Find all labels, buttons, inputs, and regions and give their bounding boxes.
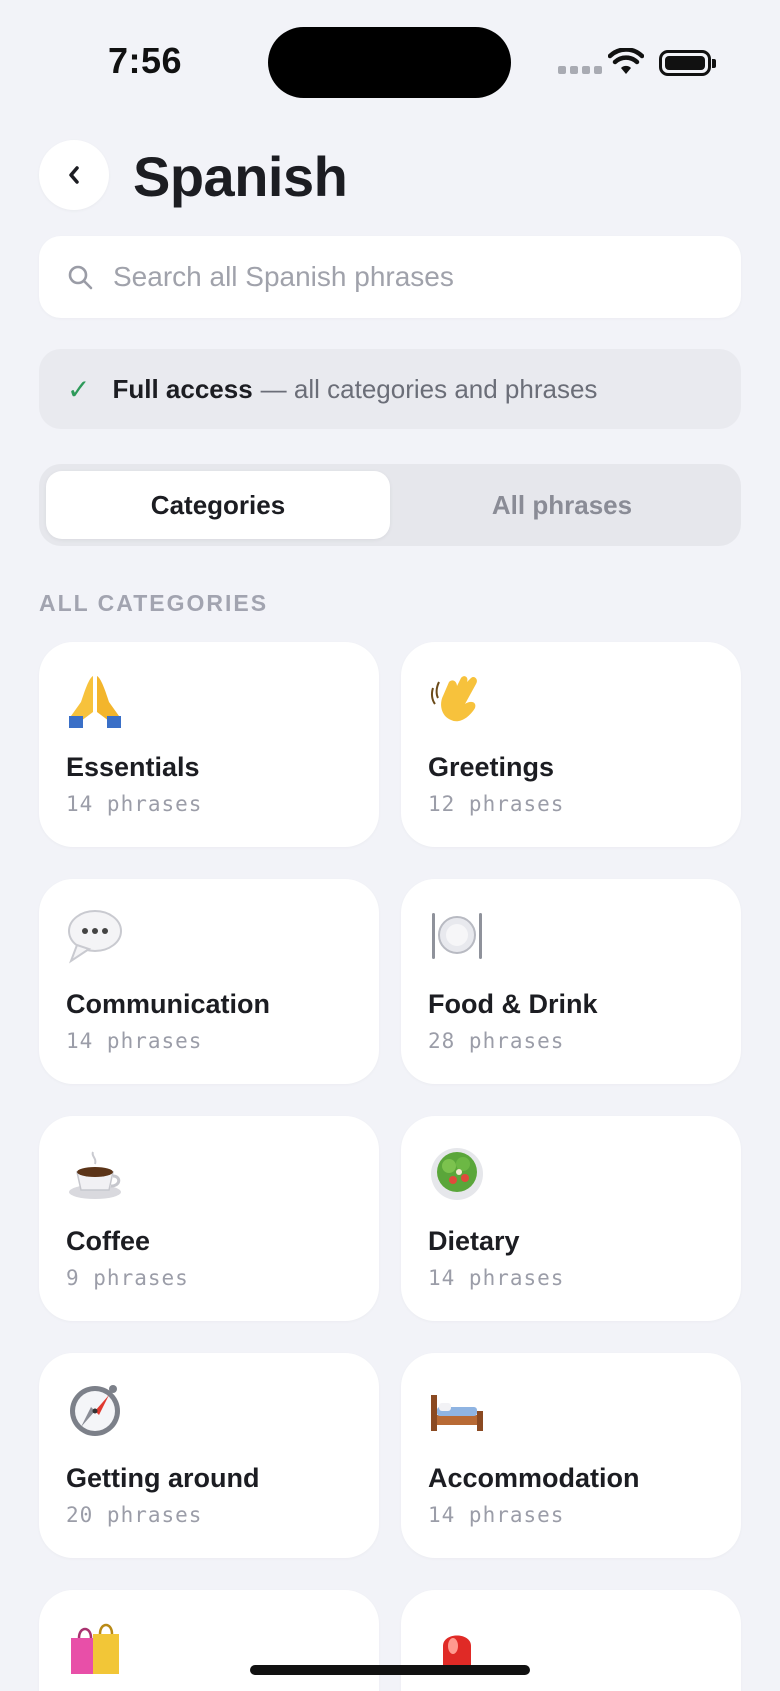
category-card-dietary[interactable]: Dietary 14 phrases	[401, 1116, 741, 1321]
category-card-communication[interactable]: Communication 14 phrases	[39, 879, 379, 1084]
battery-icon	[659, 50, 716, 76]
category-count: 14 phrases	[66, 1029, 203, 1053]
category-card-shopping[interactable]	[39, 1590, 379, 1691]
plate-cutlery-icon	[432, 913, 482, 959]
category-name: Communication	[66, 989, 271, 1019]
chevron-left-icon	[69, 166, 79, 184]
category-card-emergency[interactable]	[401, 1590, 741, 1691]
page-title: Spanish	[133, 145, 348, 208]
bed-icon	[431, 1395, 483, 1431]
category-name: Food & Drink	[428, 989, 598, 1019]
category-count: 9 phrases	[66, 1266, 189, 1290]
search-icon	[68, 265, 93, 290]
shopping-bags-icon	[71, 1623, 119, 1674]
access-banner: ✓ Full access — all categories and phras…	[39, 349, 741, 429]
status-time: 7:56	[108, 40, 183, 81]
category-count: 14 phrases	[66, 792, 203, 816]
praying-hands-icon	[69, 676, 121, 728]
view-tabs: Categories All phrases	[39, 464, 741, 546]
speech-bubble-icon	[68, 910, 122, 964]
category-name: Getting around	[66, 1463, 260, 1493]
salad-icon	[431, 1148, 483, 1200]
search-bar[interactable]	[39, 236, 741, 318]
category-card-greetings[interactable]: Greetings 12 phrases	[401, 642, 741, 847]
waving-hand-icon	[430, 676, 477, 722]
category-name: Coffee	[66, 1226, 151, 1256]
category-card-essentials[interactable]: Essentials 14 phrases	[39, 642, 379, 847]
wifi-icon	[608, 48, 644, 74]
category-card-coffee[interactable]: Coffee 9 phrases	[39, 1116, 379, 1321]
category-count: 14 phrases	[428, 1503, 565, 1527]
category-name: Greetings	[428, 752, 555, 782]
category-grid: Essentials 14 phrases Greetings 12 phras…	[39, 642, 741, 1691]
category-name: Dietary	[428, 1226, 520, 1256]
back-button[interactable]	[39, 140, 109, 210]
category-count: 12 phrases	[428, 792, 565, 816]
access-detail: — all categories and phrases	[260, 373, 598, 404]
category-count: 28 phrases	[428, 1029, 565, 1053]
category-count: 20 phrases	[66, 1503, 203, 1527]
cellular-signal-icon	[558, 66, 602, 74]
category-card-getting-around[interactable]: Getting around 20 phrases	[39, 1353, 379, 1558]
access-label: Full access	[112, 373, 253, 404]
status-bar: 7:56	[0, 0, 780, 120]
category-count: 14 phrases	[428, 1266, 565, 1290]
dynamic-island	[268, 27, 511, 98]
category-card-accommodation[interactable]: Accommodation 14 phrases	[401, 1353, 741, 1558]
tab-categories[interactable]: Categories	[46, 471, 390, 539]
header: Spanish	[39, 140, 741, 210]
home-indicator	[250, 1665, 530, 1675]
category-card-food-drink[interactable]: Food & Drink 28 phrases	[401, 879, 741, 1084]
compass-icon	[70, 1385, 120, 1436]
coffee-cup-icon	[69, 1151, 121, 1199]
section-label: ALL CATEGORIES	[39, 590, 269, 616]
check-icon: ✓	[67, 373, 91, 405]
tab-all-phrases[interactable]: All phrases	[390, 471, 734, 539]
category-name: Accommodation	[428, 1463, 640, 1493]
search-input[interactable]	[113, 261, 673, 293]
category-name: Essentials	[66, 752, 200, 782]
